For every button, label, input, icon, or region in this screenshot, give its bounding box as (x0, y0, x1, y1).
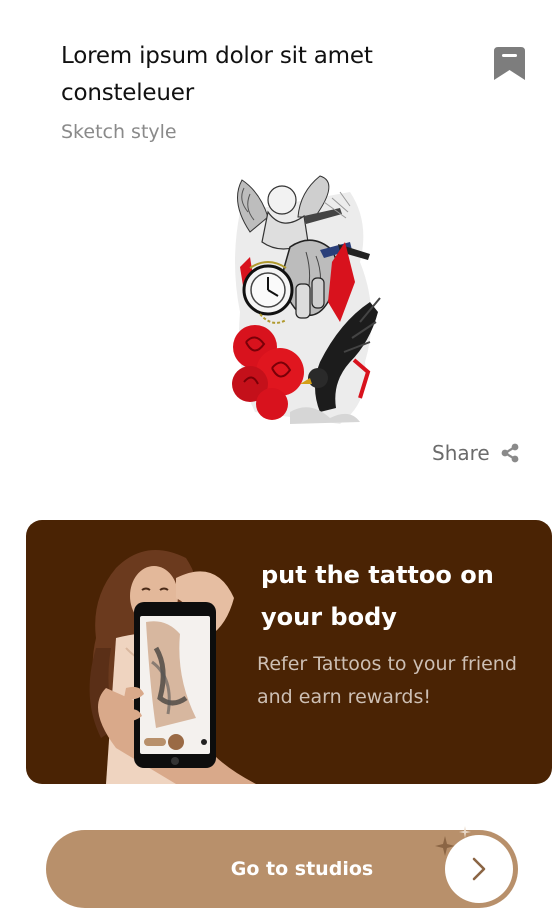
style-label: Sketch style (61, 121, 177, 143)
share-label: Share (432, 441, 490, 465)
tattoo-design-image (232, 175, 381, 424)
go-to-studios-button[interactable]: Go to studios (46, 826, 518, 908)
page-title: Lorem ipsum dolor sit amet consteleuer (61, 43, 373, 106)
chevron-right-icon (472, 857, 486, 881)
share-button[interactable]: Share (432, 437, 520, 469)
promo-title: put the tattoo on your body (261, 561, 494, 631)
bookmark-icon[interactable] (494, 47, 525, 80)
go-to-studios-arrow[interactable] (445, 835, 513, 903)
woman-with-phone-image (89, 550, 256, 784)
share-icon (501, 443, 519, 463)
promo-banner[interactable]: put the tattoo on your body Refer Tattoo… (26, 520, 552, 784)
promo-description: Refer Tattoos to your friend and earn re… (257, 653, 517, 708)
